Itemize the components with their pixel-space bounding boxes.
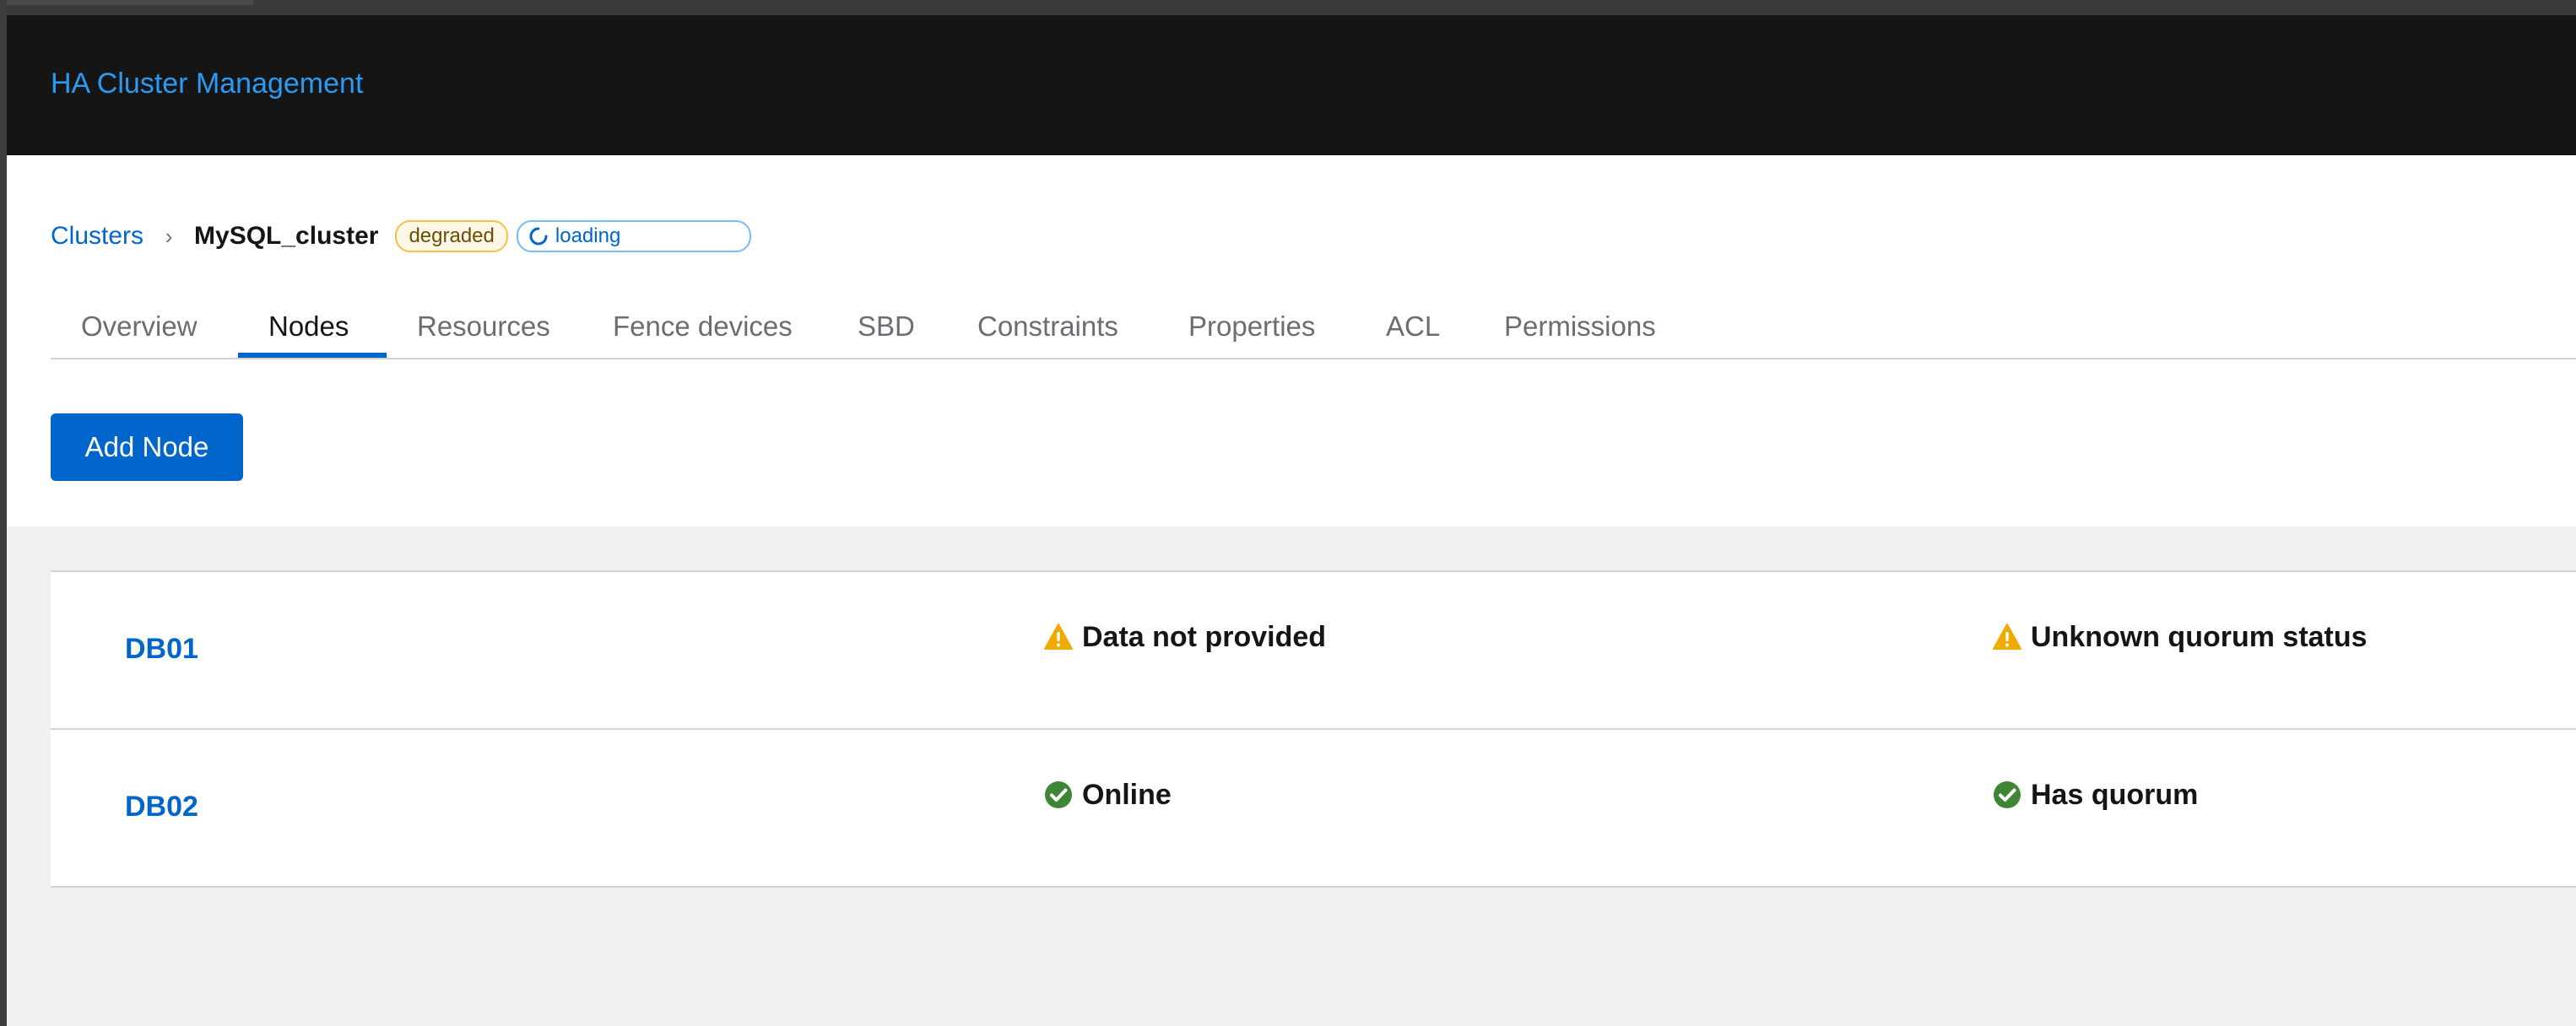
tab-sbd[interactable]: SBD <box>858 299 915 358</box>
warning-triangle-icon <box>1044 624 1073 650</box>
quorum-status-text: Has quorum <box>2031 778 2199 811</box>
masthead: HA Cluster Management <box>7 15 2576 155</box>
quorum-status-cell: Unknown quorum status <box>1992 619 2368 655</box>
tab-permissions[interactable]: Permissions <box>1504 299 1656 358</box>
tab-constraints[interactable]: Constraints <box>977 299 1118 358</box>
quorum-status-cell: Has quorum <box>1992 777 2198 813</box>
nodes-list: DB01 Data not provided Unknown quorum st… <box>51 570 2576 888</box>
check-circle-icon <box>1045 781 1072 808</box>
breadcrumb: Clusters › MySQL_cluster degraded loadin… <box>51 218 751 255</box>
table-row: DB01 Data not provided Unknown quorum st… <box>51 572 2576 730</box>
tab-fence-devices[interactable]: Fence devices <box>613 299 793 358</box>
add-node-button[interactable]: Add Node <box>51 413 243 481</box>
node-status-cell: Data not provided <box>1043 619 1326 655</box>
breadcrumb-clusters-link[interactable]: Clusters <box>51 222 143 251</box>
tab-nodes[interactable]: Nodes <box>268 299 349 358</box>
cluster-name: MySQL_cluster <box>194 222 379 250</box>
window-top-bar <box>0 0 2576 15</box>
node-name-link[interactable]: DB02 <box>125 789 198 824</box>
quorum-status-text: Unknown quorum status <box>2031 620 2368 653</box>
cluster-header-section: Clusters › MySQL_cluster degraded loadin… <box>7 155 2576 526</box>
window-left-edge <box>0 0 7 1026</box>
check-circle-icon <box>1994 781 2021 808</box>
tab-properties[interactable]: Properties <box>1188 299 1315 358</box>
active-tab-indicator <box>238 353 387 358</box>
tab-acl[interactable]: ACL <box>1386 299 1440 358</box>
loading-badge: loading <box>516 220 751 252</box>
node-status-cell: Online <box>1043 777 1172 813</box>
tab-overview[interactable]: Overview <box>81 299 198 358</box>
app-window: HA Cluster Management Clusters › MySQL_c… <box>7 15 2576 1026</box>
tab-resources[interactable]: Resources <box>417 299 550 358</box>
app-title[interactable]: HA Cluster Management <box>51 66 363 101</box>
node-name-link[interactable]: DB01 <box>125 631 198 667</box>
cluster-status-badge: degraded <box>395 220 508 252</box>
cluster-tabs: Overview Nodes Resources Fence devices S… <box>51 299 2576 359</box>
table-row: DB02 Online Has quorum <box>51 730 2576 886</box>
node-status-text: Data not provided <box>1082 620 1327 653</box>
breadcrumb-separator-icon: › <box>165 223 173 249</box>
warning-triangle-icon <box>1993 624 2021 650</box>
spinner-icon <box>529 227 548 246</box>
loading-label: loading <box>555 224 621 247</box>
node-status-text: Online <box>1082 778 1172 811</box>
window-tab-strip <box>0 0 253 5</box>
